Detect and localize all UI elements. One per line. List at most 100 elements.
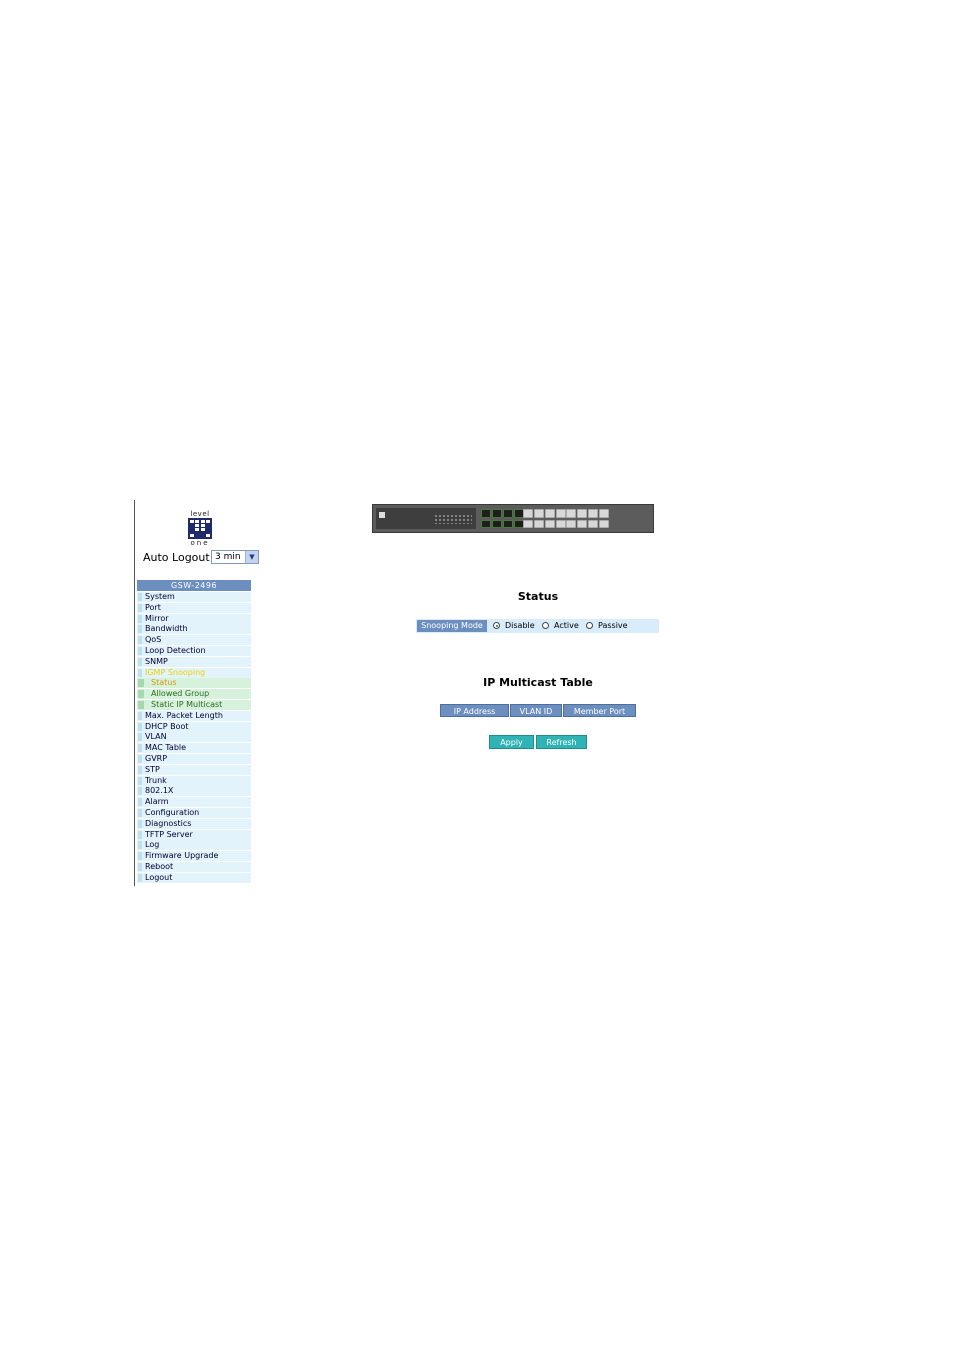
menu-item-label: Diagnostics xyxy=(145,818,192,828)
radio-active[interactable] xyxy=(542,622,549,629)
menu-item-marker xyxy=(138,787,142,796)
sidebar-item-static-ip-multicast[interactable]: Static IP Multicast xyxy=(137,699,251,710)
menu-item-label: Alarm xyxy=(145,797,169,807)
column-vlan-id: VLAN ID xyxy=(510,704,562,717)
logo-grid-icon xyxy=(188,518,212,539)
snooping-mode-label: Snooping Mode xyxy=(417,620,487,632)
sidebar-item-diagnostics[interactable]: Diagnostics xyxy=(137,818,251,829)
submenu-marker xyxy=(138,679,144,688)
sidebar-item-snmp[interactable]: SNMP xyxy=(137,656,251,667)
auto-logout-select[interactable]: 3 min ▼ xyxy=(211,550,259,564)
sidebar-item-mac-table[interactable]: MAC Table xyxy=(137,743,251,754)
apply-button[interactable]: Apply xyxy=(489,735,534,749)
menu-item-marker xyxy=(138,754,142,763)
sidebar-item-configuration[interactable]: Configuration xyxy=(137,807,251,818)
menu-item-label: Status xyxy=(151,678,177,688)
menu-item-label: TFTP Server xyxy=(145,829,193,839)
menu-item-label: Mirror xyxy=(145,613,169,623)
menu-item-marker xyxy=(138,625,142,634)
sidebar-item-trunk[interactable]: Trunk xyxy=(137,775,251,786)
menu-item-marker xyxy=(138,711,142,720)
menu-header: GSW-2496 xyxy=(137,580,251,591)
sidebar-item-port[interactable]: Port xyxy=(137,602,251,613)
menu-item-marker xyxy=(138,776,142,785)
menu-item-label: Static IP Multicast xyxy=(151,699,223,709)
menu-item-label: Allowed Group xyxy=(151,689,210,699)
menu-item-label: MAC Table xyxy=(145,743,187,753)
switch-bezel xyxy=(376,508,476,529)
sidebar-item-802-1x[interactable]: 802.1X xyxy=(137,786,251,797)
sidebar-item-allowed-group[interactable]: Allowed Group xyxy=(137,689,251,700)
menu-item-label: Loop Detection xyxy=(145,645,206,655)
menu-item-label: STP xyxy=(145,764,160,774)
menu-item-marker xyxy=(138,841,142,850)
frame-divider xyxy=(134,500,135,886)
sidebar-item-log[interactable]: Log xyxy=(137,840,251,851)
sidebar-menu: GSW-2496 System Port Mirror Bandwidth QoS Loo… xyxy=(137,580,251,884)
radio-disable-label: Disable xyxy=(505,621,535,630)
submenu-marker xyxy=(138,690,144,699)
sidebar-item-stp[interactable]: STP xyxy=(137,764,251,775)
menu-item-label: DHCP Boot xyxy=(145,721,189,731)
menu-item-marker xyxy=(138,646,142,655)
sidebar-item-gvrp[interactable]: GVRP xyxy=(137,753,251,764)
menu-item-label: Max. Packet Length xyxy=(145,710,223,720)
column-member-port: Member Port xyxy=(563,704,636,717)
sidebar-item-igmp-snooping[interactable]: IGMP Snooping xyxy=(137,667,251,678)
menu-item-label: SNMP xyxy=(145,656,168,666)
menu-item-label: QoS xyxy=(145,635,162,645)
switch-front-panel-image xyxy=(372,504,654,533)
menu-item-marker xyxy=(138,657,142,666)
radio-disable[interactable] xyxy=(493,622,500,629)
sidebar-item-system[interactable]: System xyxy=(137,592,251,602)
radio-passive[interactable] xyxy=(586,622,593,629)
status-title: Status xyxy=(517,590,559,603)
menu-item-label: Log xyxy=(145,840,160,850)
menu-item-marker xyxy=(138,830,142,839)
port-group-1 xyxy=(481,509,524,528)
refresh-button[interactable]: Refresh xyxy=(536,735,587,749)
menu-item-marker xyxy=(138,819,142,828)
sidebar-item-loop-detection[interactable]: Loop Detection xyxy=(137,645,251,656)
sidebar-item-bandwidth[interactable]: Bandwidth xyxy=(137,624,251,635)
port-group-3 xyxy=(566,509,609,528)
menu-item-marker xyxy=(138,668,142,677)
menu-item-label: System xyxy=(145,592,175,601)
sidebar-item-dhcp-boot[interactable]: DHCP Boot xyxy=(137,721,251,732)
levelone-logo: level one xyxy=(186,510,214,548)
menu-item-label: Logout xyxy=(145,872,173,882)
menu-item-label: Configuration xyxy=(145,807,200,817)
port-group-2 xyxy=(523,509,566,528)
menu-item-label: Port xyxy=(145,602,161,612)
sidebar-item-tftp-server[interactable]: TFTP Server xyxy=(137,829,251,840)
menu-item-label: Reboot xyxy=(145,861,174,871)
sidebar-item-status[interactable]: Status xyxy=(137,678,251,689)
menu-item-marker xyxy=(138,862,142,871)
sidebar-item-max-packet-length[interactable]: Max. Packet Length xyxy=(137,710,251,721)
led-panel xyxy=(434,514,472,524)
sidebar-item-qos[interactable]: QoS xyxy=(137,635,251,646)
sidebar-item-logout[interactable]: Logout xyxy=(137,872,251,883)
column-ip-address: IP Address xyxy=(440,704,509,717)
menu-item-label: IGMP Snooping xyxy=(145,667,206,677)
auto-logout-label: Auto Logout xyxy=(143,551,210,564)
submenu-marker xyxy=(138,700,144,709)
menu-item-marker xyxy=(138,798,142,807)
menu-item-marker xyxy=(138,852,142,861)
menu-item-label: VLAN xyxy=(145,732,167,742)
auto-logout-value: 3 min xyxy=(215,552,241,562)
sidebar-item-vlan[interactable]: VLAN xyxy=(137,732,251,743)
sidebar-item-reboot[interactable]: Reboot xyxy=(137,861,251,872)
menu-item-marker xyxy=(138,765,142,774)
sidebar-item-mirror[interactable]: Mirror xyxy=(137,613,251,624)
menu-item-marker xyxy=(138,808,142,817)
logo-top-text: level xyxy=(190,510,210,518)
sidebar-item-firmware-upgrade[interactable]: Firmware Upgrade xyxy=(137,851,251,862)
menu-item-marker xyxy=(138,722,142,731)
menu-item-label: Trunk xyxy=(145,775,167,785)
menu-item-marker xyxy=(138,603,142,612)
brand-mark-icon xyxy=(379,512,385,518)
sidebar-item-alarm[interactable]: Alarm xyxy=(137,797,251,808)
menu-item-label: 802.1X xyxy=(145,786,174,796)
chevron-down-icon[interactable]: ▼ xyxy=(245,551,258,563)
